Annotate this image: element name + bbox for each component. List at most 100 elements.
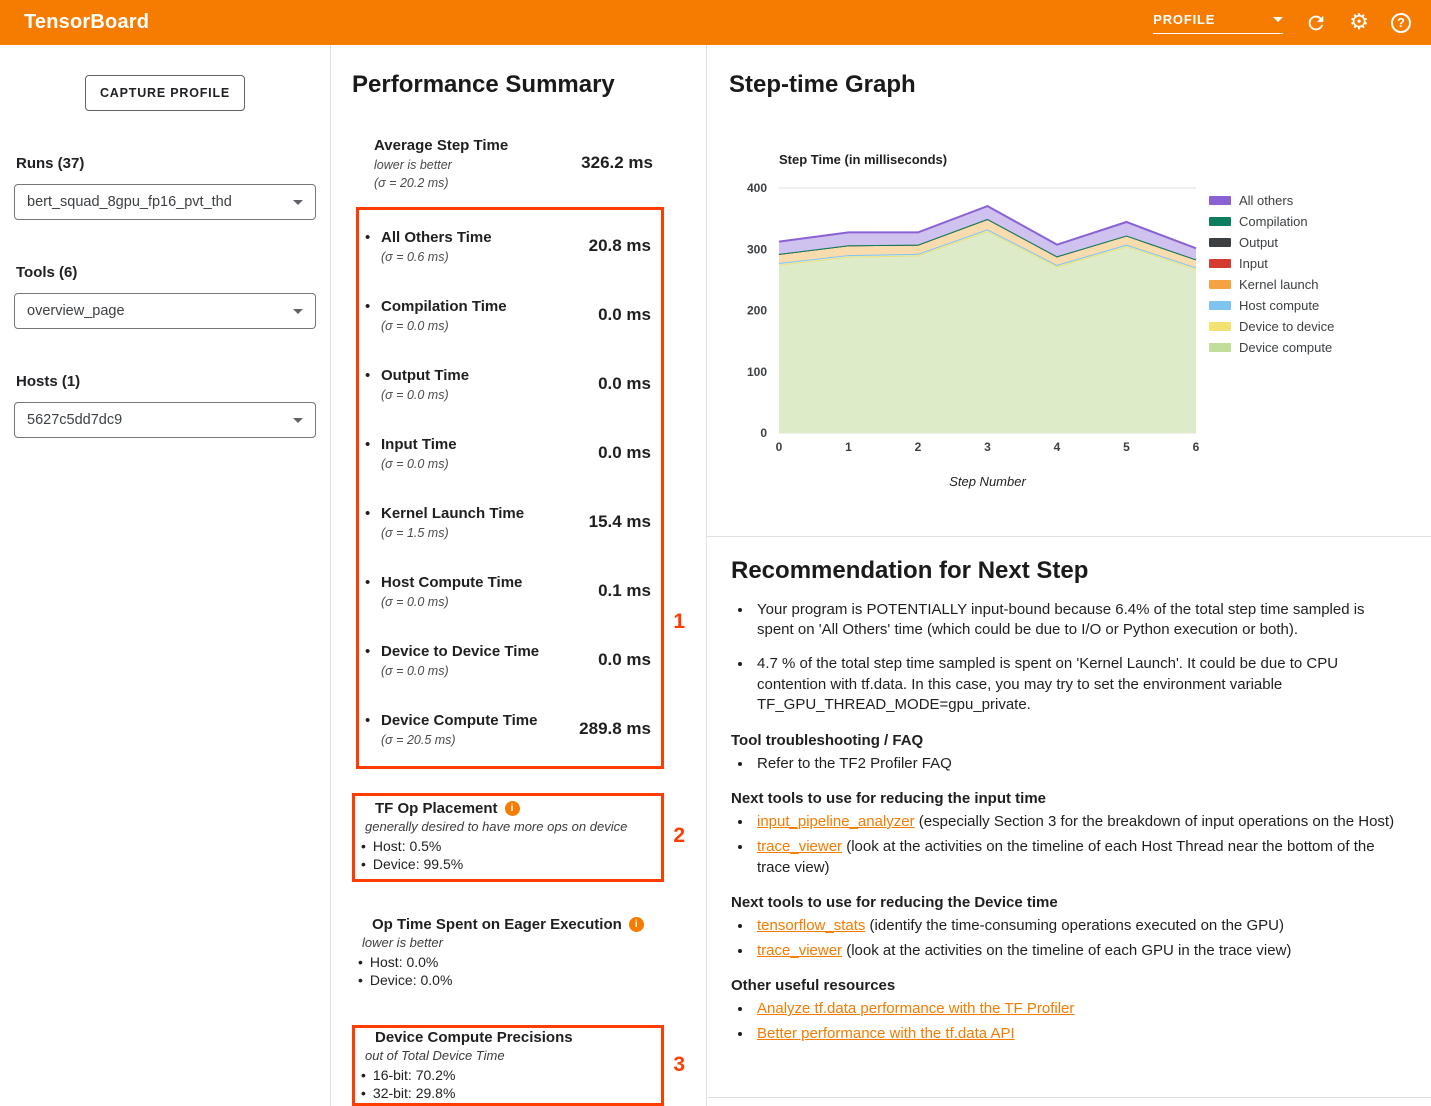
tensorflow-stats-link[interactable]: tensorflow_stats [757,917,865,934]
metric-label: Compilation Time [381,297,507,316]
annotation-box-1: All Others Time (σ = 0.6 ms) 20.8 ms Com… [356,207,664,769]
svg-text:0: 0 [760,426,767,440]
legend-item-kernel-launch: Kernel launch [1209,274,1334,295]
metric-sigma: (σ = 0.0 ms) [381,594,522,610]
info-icon[interactable]: i [629,917,644,932]
bullet [365,643,381,660]
legend-label: Device to device [1239,319,1334,334]
eager-execution-heading: Op Time Spent on Eager Execution [372,916,622,933]
metric-value: 0.0 ms [588,443,651,463]
svg-text:4: 4 [1054,440,1061,454]
average-step-time-row: Average Step Time lower is better (σ = 2… [374,134,653,193]
precision-16bit: 16-bit: 70.2% [361,1066,653,1084]
help-icon[interactable]: ? [1391,13,1411,33]
hosts-select[interactable]: 5627c5dd7dc9 [14,402,316,438]
step-time-chart-canvas: 01002003004000123456 [729,130,1207,470]
legend-label: Kernel launch [1239,277,1319,292]
svg-text:3: 3 [984,440,991,454]
section-heading-input-tools: Next tools to use for reducing the input… [731,790,1403,807]
tfdata-api-link[interactable]: Better performance with the tf.data API [757,1025,1015,1042]
bullet [365,436,381,453]
legend-label: Device compute [1239,340,1332,355]
tools-select[interactable]: overview_page [14,293,316,329]
legend-swatch [1209,322,1231,331]
legend-label: All others [1239,193,1293,208]
svg-text:300: 300 [747,242,767,256]
chevron-down-icon [293,418,303,423]
metric-row: Device Compute Time (σ = 20.5 ms) 289.8 … [359,695,651,764]
performance-summary-panel: Performance Summary Average Step Time lo… [331,45,707,1106]
metric-row: Host Compute Time (σ = 0.0 ms) 0.1 ms [359,557,651,626]
svg-text:200: 200 [747,303,767,317]
runs-select-value: bert_squad_8gpu_fp16_pvt_thd [27,194,232,210]
legend-swatch [1209,196,1231,205]
chevron-down-icon [293,309,303,314]
dashboard-selector-value: PROFILE [1153,12,1215,27]
annotation-label-1: 1 [673,610,685,634]
info-icon[interactable]: i [505,801,520,816]
tfdata-performance-link[interactable]: Analyze tf.data performance with the TF … [757,1000,1074,1017]
eager-execution-device: Device: 0.0% [358,971,692,989]
section-heading-resources: Other useful resources [731,977,1403,994]
trace-viewer-link[interactable]: trace_viewer [757,838,842,855]
svg-text:0: 0 [776,440,783,454]
hosts-select-value: 5627c5dd7dc9 [27,412,122,428]
gear-icon[interactable]: ⚙ [1349,12,1369,34]
metric-row: Input Time (σ = 0.0 ms) 0.0 ms [359,419,651,488]
metric-sigma: (σ = 0.6 ms) [381,249,492,265]
capture-profile-button[interactable]: CAPTURE PROFILE [85,75,245,111]
metric-row: Output Time (σ = 0.0 ms) 0.0 ms [359,350,651,419]
list-item: trace_viewer (look at the activities on … [753,940,1403,961]
metric-sigma: (σ = 20.5 ms) [381,732,537,748]
list-item: trace_viewer (look at the activities on … [753,836,1403,878]
list-item: Analyze tf.data performance with the TF … [753,998,1403,1019]
runs-select[interactable]: bert_squad_8gpu_fp16_pvt_thd [14,184,316,220]
section-heading-faq: Tool troubleshooting / FAQ [731,732,1403,749]
legend-item-compilation: Compilation [1209,211,1334,232]
tf-op-placement-host: Host: 0.5% [361,837,653,855]
metric-value: 326.2 ms [571,153,653,173]
bullet [365,712,381,729]
metric-row: Compilation Time (σ = 0.0 ms) 0.0 ms [359,281,651,350]
metric-sigma: (σ = 1.5 ms) [381,525,524,541]
annotation-box-2: TF Op Placement i generally desired to h… [352,793,664,882]
legend-item-host-compute: Host compute [1209,295,1334,316]
input-pipeline-analyzer-link[interactable]: input_pipeline_analyzer [757,813,915,830]
metric-label: All Others Time [381,228,492,247]
metric-note: lower is better [374,157,508,173]
metric-sigma: (σ = 0.0 ms) [381,456,457,472]
legend-swatch [1209,280,1231,289]
trace-viewer-link[interactable]: trace_viewer [757,942,842,959]
annotation-label-3: 3 [673,1053,685,1077]
metric-sigma: (σ = 0.0 ms) [381,318,507,334]
bullet [365,574,381,591]
hosts-label: Hosts (1) [16,373,330,390]
list-item: Refer to the TF2 Profiler FAQ [753,753,1403,774]
recommendation-section: Recommendation for Next Step Your progra… [707,537,1427,1044]
step-time-graph-title: Step-time Graph [729,71,1431,100]
annotation-label-2: 2 [673,824,685,848]
svg-text:2: 2 [915,440,922,454]
legend-item-output: Output [1209,232,1334,253]
legend-item-device-to-device: Device to device [1209,316,1334,337]
list-item: input_pipeline_analyzer (especially Sect… [753,811,1403,832]
eager-execution-block: Op Time Spent on Eager Execution i lower… [352,916,692,989]
metric-label: Host Compute Time [381,573,522,592]
svg-text:6: 6 [1193,440,1200,454]
recommendation-title: Recommendation for Next Step [731,557,1403,586]
legend-swatch [1209,259,1231,268]
metric-row: Device to Device Time (σ = 0.0 ms) 0.0 m… [359,626,651,695]
annotation-box-3: Device Compute Precisions out of Total D… [352,1025,664,1106]
device-compute-precisions-heading: Device Compute Precisions [375,1029,573,1046]
metric-value: 20.8 ms [579,236,651,256]
runs-label: Runs (37) [16,155,330,172]
legend-label: Output [1239,235,1278,250]
metric-row: All Others Time (σ = 0.6 ms) 20.8 ms [359,212,651,281]
dashboard-selector[interactable]: PROFILE [1153,12,1283,34]
bullet [365,229,381,246]
metric-value: 289.8 ms [569,719,651,739]
bullet [365,505,381,522]
metric-value: 0.1 ms [588,581,651,601]
reload-icon[interactable] [1305,12,1327,34]
metric-label: Output Time [381,366,469,385]
